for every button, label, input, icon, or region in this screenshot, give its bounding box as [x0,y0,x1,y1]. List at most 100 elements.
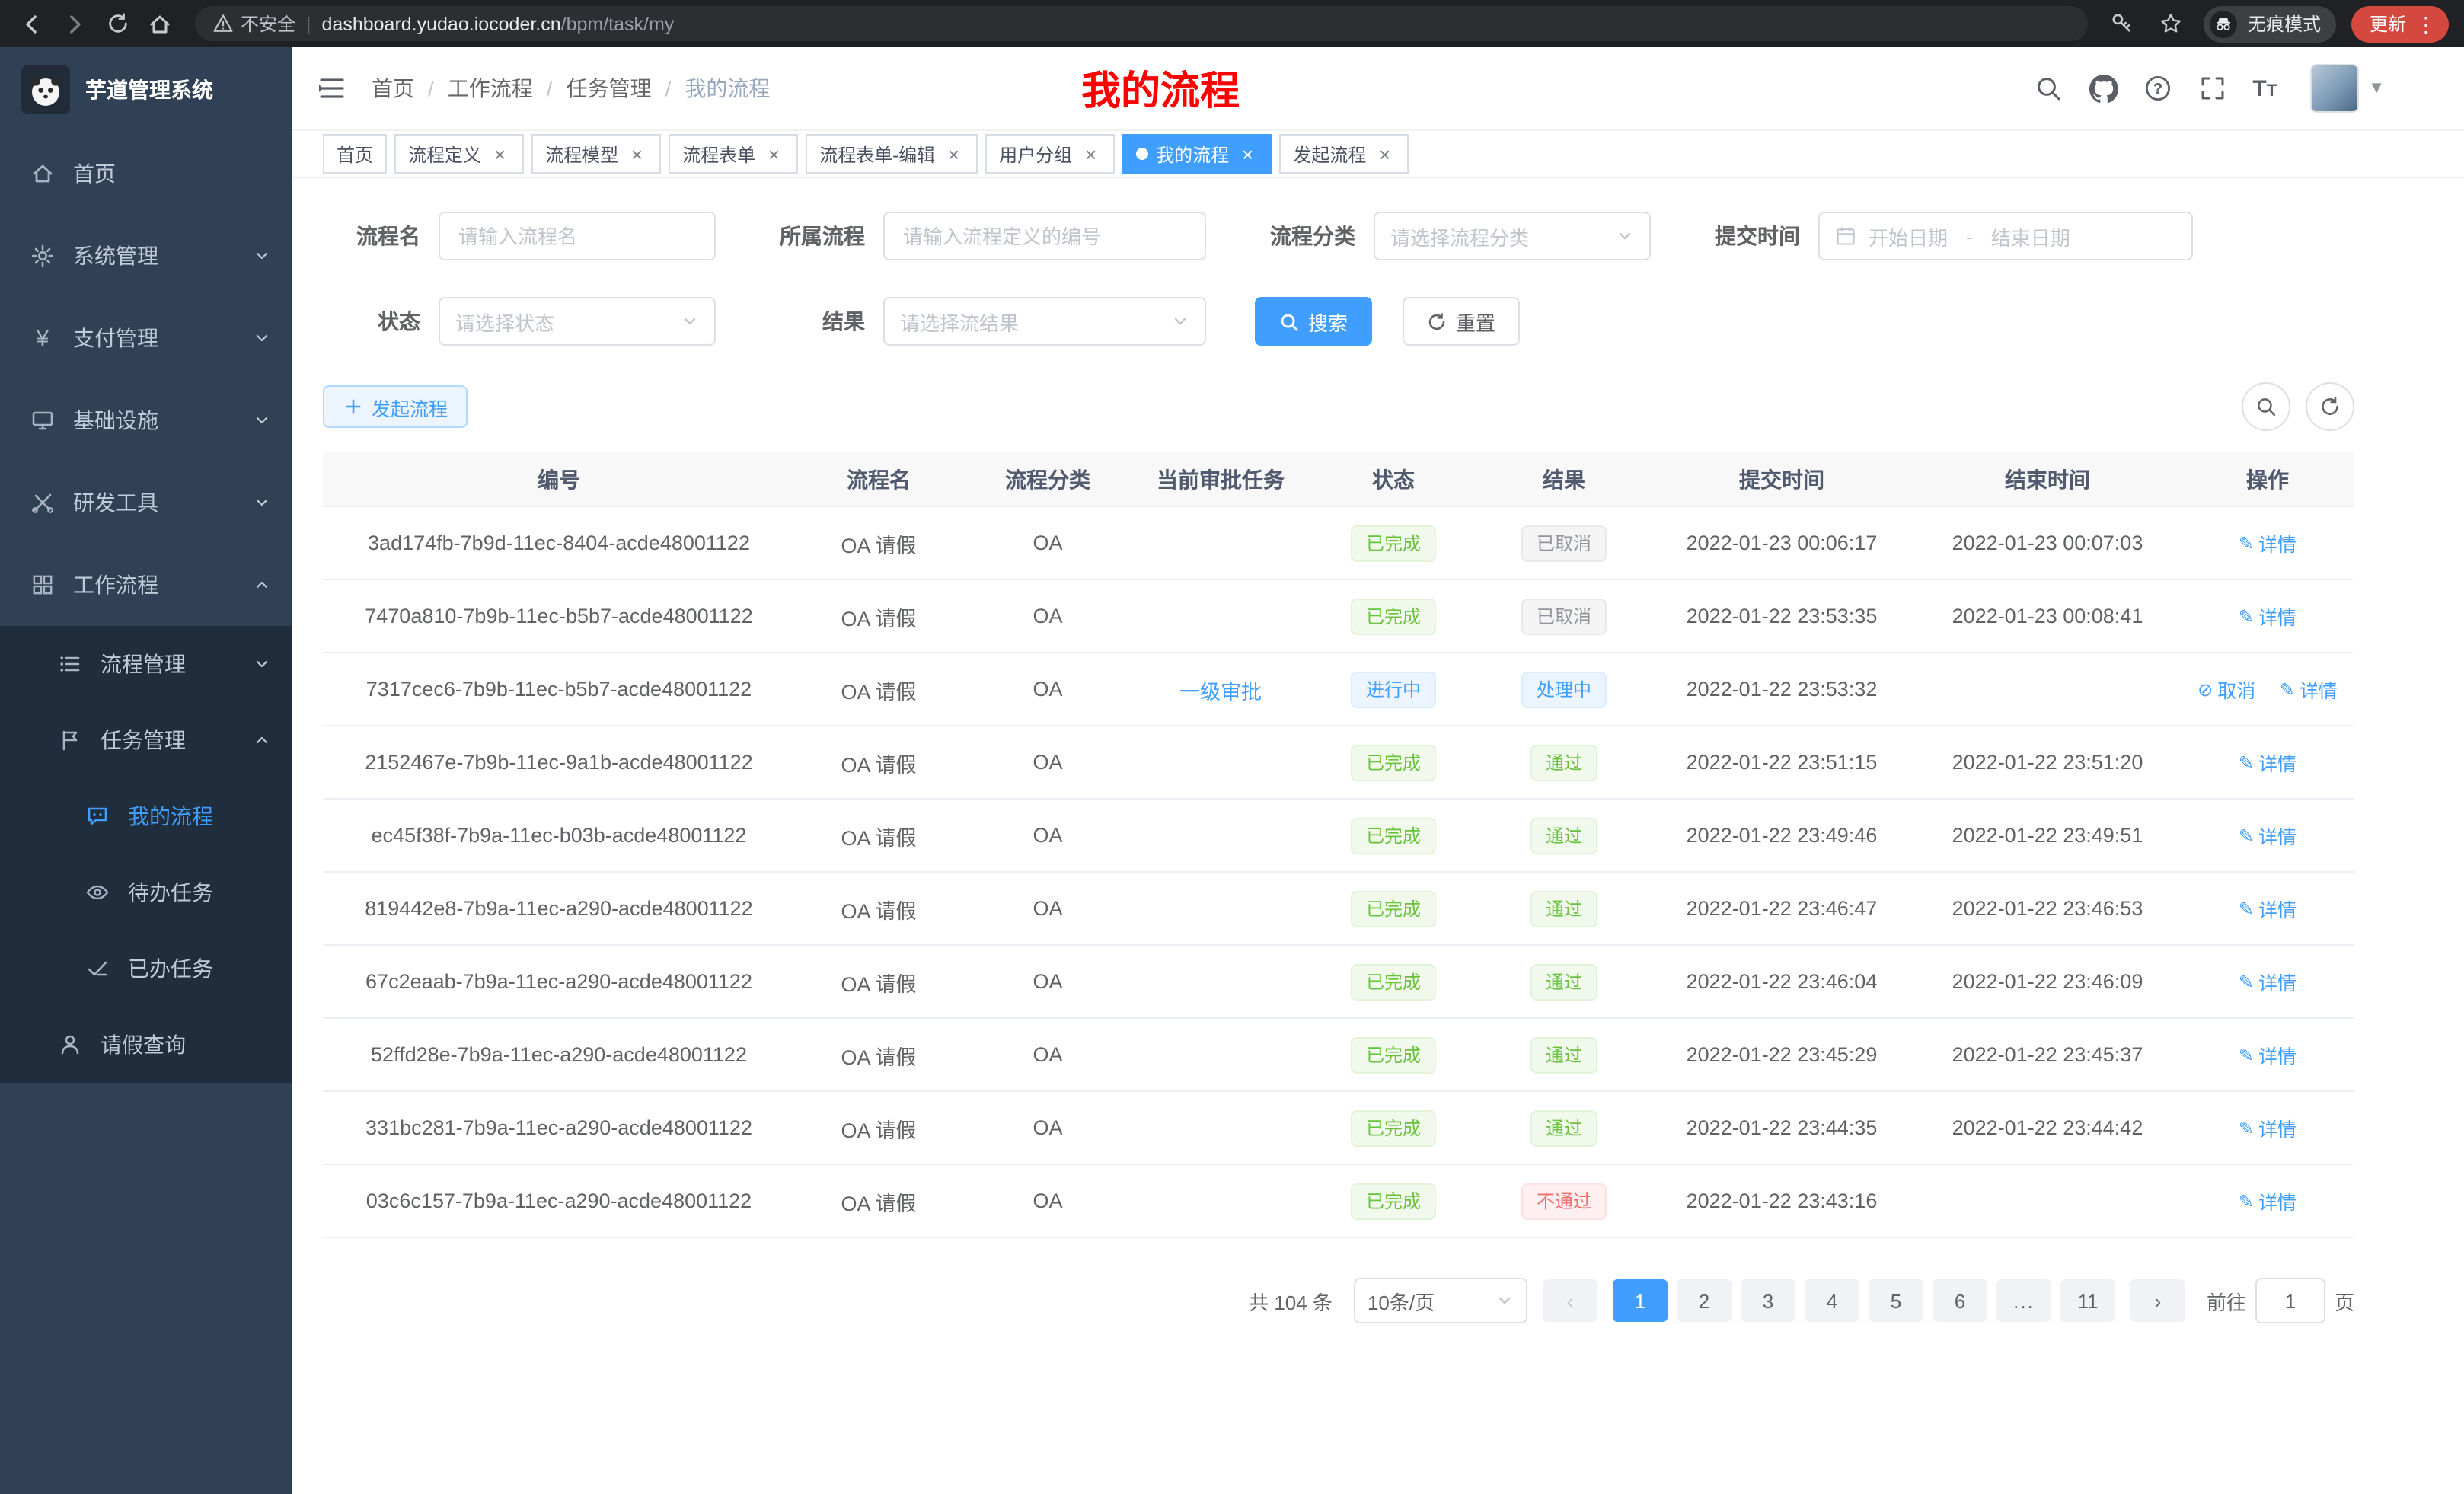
detail-link[interactable]: ✎详情 [2239,821,2296,850]
sidebar-item-home[interactable]: 首页 [0,132,292,215]
help-icon[interactable]: ? [2143,73,2173,104]
detail-link[interactable]: ✎详情 [2239,1113,2296,1142]
table-row[interactable]: 7470a810-7b9b-11ec-b5b7-acde48001122 OA … [323,579,2354,653]
page-number-button[interactable]: 6 [1933,1279,1987,1322]
table-row[interactable]: 7317cec6-7b9b-11ec-b5b7-acde48001122 OA … [323,653,2354,726]
sidebar: 芋道管理系统 首页 系统管理 ¥ 支付管理 基础设施 [0,47,292,1494]
status-tag: 已完成 [1351,963,1436,1000]
back-icon[interactable] [15,7,49,40]
table-row[interactable]: ec45f38f-7b9a-11ec-b03b-acde48001122 OA … [323,799,2354,872]
detail-link[interactable]: ✎详情 [2239,894,2296,923]
view-tab[interactable]: 流程表单-编辑 × [806,134,978,174]
table-row[interactable]: 52ffd28e-7b9a-11ec-a290-acde48001122 OA … [323,1018,2354,1091]
browser-menu-icon[interactable]: ⋮ [2415,13,2437,34]
table-row[interactable]: 67c2eaab-7b9a-11ec-a290-acde48001122 OA … [323,945,2354,1018]
breadcrumb-item[interactable]: 首页 [372,73,414,104]
reload-icon[interactable] [101,7,134,40]
table-row[interactable]: 3ad174fb-7b9d-11ec-8404-acde48001122 OA … [323,506,2354,579]
sidebar-item-done-tasks[interactable]: 已办任务 [0,931,292,1007]
status-select[interactable]: 请选择状态 [439,297,716,346]
user-menu[interactable]: ▼ [2310,64,2385,113]
tab-close-icon[interactable]: × [489,143,510,164]
category-select[interactable]: 请选择流程分类 [1374,212,1651,260]
start-process-button[interactable]: 发起流程 [323,385,468,428]
github-icon[interactable] [2088,73,2118,104]
hamburger-icon[interactable] [317,73,347,104]
detail-link[interactable]: ✎详情 [2239,602,2296,630]
toggle-search-button[interactable] [2242,382,2290,431]
tab-close-icon[interactable]: × [1080,143,1101,164]
view-tab[interactable]: 用户分组 × [985,134,1115,174]
process-name-input[interactable] [455,223,699,249]
password-key-icon[interactable] [2106,7,2140,40]
address-bar[interactable]: 不安全 | dashboard.yudao.iocoder.cn/bpm/tas… [195,6,2088,41]
detail-link[interactable]: ✎详情 [2280,675,2338,704]
table-row[interactable]: 819442e8-7b9a-11ec-a290-acde48001122 OA … [323,872,2354,945]
tab-close-icon[interactable]: × [626,143,647,164]
sidebar-item-system[interactable]: 系统管理 [0,215,292,297]
detail-link[interactable]: ✎详情 [2239,748,2296,777]
forward-icon[interactable] [58,7,91,40]
breadcrumb-item[interactable]: 任务管理 [567,73,652,104]
page-number-button[interactable]: ... [1996,1279,2051,1322]
status-tag: 已完成 [1351,1109,1436,1146]
process-def-input[interactable] [900,223,1189,249]
sidebar-item-process-mgmt[interactable]: 流程管理 [0,626,292,702]
sidebar-item-todo-tasks[interactable]: 待办任务 [0,854,292,931]
view-tab[interactable]: 发起流程 × [1279,134,1409,174]
tab-close-icon[interactable]: × [943,143,964,164]
goto-page-input[interactable] [2255,1278,2325,1323]
browser-update-button[interactable]: 更新 ⋮ [2351,5,2449,42]
font-size-icon[interactable]: TT [2252,75,2277,101]
view-tab[interactable]: 流程模型 × [531,134,661,174]
page-number-button[interactable]: 11 [2060,1279,2115,1322]
page-size-select[interactable]: 10条/页 [1354,1278,1527,1323]
sidebar-item-payment[interactable]: ¥ 支付管理 [0,297,292,379]
fullscreen-icon[interactable] [2197,73,2228,104]
view-tab[interactable]: 我的流程 × [1122,134,1272,174]
sidebar-item-devtools[interactable]: 研发工具 [0,461,292,544]
breadcrumb-item[interactable]: 工作流程 [448,73,533,104]
plus-icon [343,397,362,417]
bookmark-star-icon[interactable] [2155,7,2188,40]
app-logo-row[interactable]: 芋道管理系统 [0,47,292,132]
search-button[interactable]: 搜索 [1255,297,1372,346]
sidebar-item-task-mgmt[interactable]: 任务管理 [0,702,292,778]
cancel-link[interactable]: ⊘取消 [2197,675,2255,704]
page-number-button[interactable]: 5 [1869,1279,1923,1322]
sidebar-item-workflow[interactable]: 工作流程 [0,544,292,626]
sidebar-item-my-process[interactable]: 我的流程 [0,778,292,854]
page-number-button[interactable]: 4 [1805,1279,1859,1322]
home-icon[interactable] [143,7,177,40]
current-task-link[interactable]: 一级审批 [1179,680,1262,703]
avatar[interactable] [2310,64,2359,113]
sidebar-item-infra[interactable]: 基础设施 [0,379,292,461]
detail-link[interactable]: ✎详情 [2239,1186,2296,1215]
view-tab[interactable]: 首页 [323,134,387,174]
page-number-button[interactable]: 3 [1741,1279,1795,1322]
incognito-badge[interactable]: 无痕模式 [2204,5,2336,42]
search-icon[interactable] [2033,73,2063,104]
next-page-button[interactable]: › [2130,1279,2185,1322]
refresh-table-button[interactable] [2306,382,2354,431]
page-number-button[interactable]: 2 [1677,1279,1732,1322]
detail-link[interactable]: ✎详情 [2239,967,2296,996]
detail-link[interactable]: ✎详情 [2239,1040,2296,1069]
view-tab[interactable]: 流程表单 × [669,134,798,174]
prev-page-button[interactable]: ‹ [1543,1279,1597,1322]
table-row[interactable]: 331bc281-7b9a-11ec-a290-acde48001122 OA … [323,1091,2354,1164]
tab-close-icon[interactable]: × [1374,143,1395,164]
detail-link[interactable]: ✎详情 [2239,528,2296,557]
tab-close-icon[interactable]: × [763,143,784,164]
submit-time-range-picker[interactable]: 开始日期 - 结束日期 [1818,212,2193,260]
page-number-button[interactable]: 1 [1613,1279,1668,1322]
refresh-icon [1427,311,1447,331]
view-tab[interactable]: 流程定义 × [394,134,524,174]
sidebar-item-leave-query[interactable]: 请假查询 [0,1007,292,1083]
table-row[interactable]: 2152467e-7b9b-11ec-9a1b-acde48001122 OA … [323,726,2354,799]
page-watermark: 我的流程 [1081,60,1240,117]
reset-button[interactable]: 重置 [1403,297,1520,346]
table-row[interactable]: 03c6c157-7b9a-11ec-a290-acde48001122 OA … [323,1164,2354,1237]
tab-close-icon[interactable]: × [1237,143,1258,164]
result-select[interactable]: 请选择流结果 [883,297,1206,346]
